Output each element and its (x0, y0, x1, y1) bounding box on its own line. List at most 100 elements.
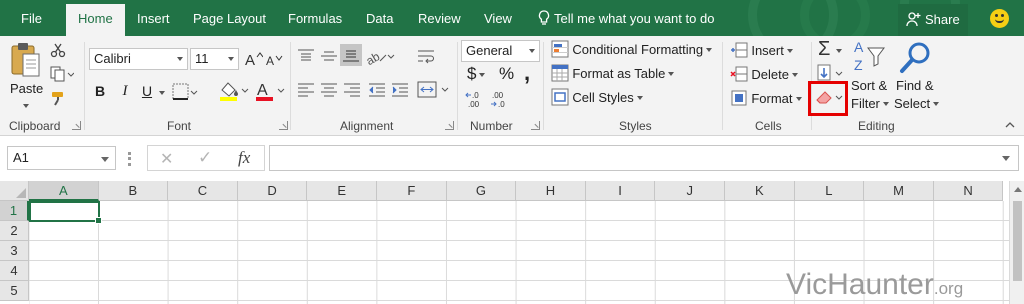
format-as-table-button[interactable]: Format as Table (551, 64, 675, 82)
find-select-button-line2[interactable]: Select (894, 96, 940, 111)
borders-icon[interactable] (172, 83, 198, 101)
tab-insert[interactable]: Insert (137, 0, 170, 36)
column-header-j[interactable]: J (655, 181, 725, 201)
insert-cells-label: Insert (751, 43, 784, 58)
fill-icon[interactable] (816, 64, 846, 82)
column-header-g[interactable]: G (446, 181, 517, 201)
orientation-icon[interactable]: ab (366, 46, 396, 66)
format-as-table-label: Format as Table (572, 66, 666, 81)
autosum-button[interactable]: Σ (818, 38, 843, 61)
sort-filter-button-line2[interactable]: Filter (851, 96, 889, 111)
font-group-label: Font (167, 119, 192, 133)
align-center-icon[interactable] (320, 82, 338, 98)
decrease-indent-icon[interactable] (368, 82, 386, 98)
row-header-5[interactable]: 5 (0, 281, 29, 301)
wrap-text-icon[interactable] (417, 48, 437, 66)
column-header-l[interactable]: L (794, 181, 865, 201)
column-header-k[interactable]: K (725, 181, 795, 201)
copy-icon[interactable] (50, 66, 74, 82)
font-name-combo[interactable]: Calibri (89, 48, 188, 70)
number-format-combo[interactable]: General (461, 40, 540, 62)
ribbon-home: Paste Clipboard Calibri 11 A A B I U A F… (0, 36, 1024, 136)
font-color-icon[interactable]: A (254, 80, 286, 102)
background-decoration (800, 0, 870, 36)
paste-button[interactable]: Paste (10, 81, 43, 96)
collapse-ribbon-icon[interactable] (1004, 120, 1016, 130)
column-header-i[interactable]: I (585, 181, 656, 201)
column-header-h[interactable]: H (516, 181, 586, 201)
merge-center-icon[interactable] (417, 81, 451, 99)
tab-formulas[interactable]: Formulas (288, 0, 342, 36)
insert-cells-button[interactable]: Insert (730, 41, 793, 59)
italic-button[interactable]: I (114, 80, 136, 102)
cell-styles-button[interactable]: Cell Styles (551, 88, 643, 106)
paste-dropdown[interactable] (20, 99, 29, 113)
percent-button[interactable]: % (499, 64, 514, 84)
increase-font-icon[interactable]: A (245, 51, 263, 67)
tell-me-box[interactable]: Tell me what you want to do (538, 0, 714, 36)
font-size-combo[interactable]: 11 (190, 48, 239, 70)
alignment-launcher-icon[interactable] (445, 121, 454, 130)
align-right-icon[interactable] (343, 82, 361, 98)
svg-text:.0: .0 (498, 100, 505, 108)
active-cell-a1[interactable] (29, 201, 102, 224)
increase-decimal-icon[interactable]: .0.00 (465, 90, 487, 108)
column-header-e[interactable]: E (307, 181, 377, 201)
format-painter-icon[interactable] (50, 90, 66, 106)
name-box[interactable]: A1 (7, 146, 116, 170)
underline-button[interactable]: U (136, 80, 158, 102)
underline-dropdown[interactable] (156, 86, 165, 100)
share-button[interactable]: Share (898, 4, 968, 36)
formula-bar-grip[interactable] (128, 152, 131, 166)
formula-input[interactable] (269, 145, 1019, 171)
decrease-decimal-icon[interactable]: .00.0 (490, 90, 512, 108)
tab-review[interactable]: Review (418, 0, 461, 36)
clipboard-launcher-icon[interactable] (72, 121, 81, 130)
tab-data[interactable]: Data (366, 0, 393, 36)
column-header-a[interactable]: A (29, 181, 99, 201)
cut-icon[interactable] (50, 42, 66, 58)
font-name-value: Calibri (94, 51, 131, 66)
conditional-formatting-button[interactable]: Conditional Formatting (551, 40, 713, 58)
align-top-icon[interactable] (297, 48, 315, 64)
scroll-up-icon[interactable] (1014, 187, 1022, 192)
cancel-icon[interactable]: ✕ (160, 149, 173, 169)
enter-icon[interactable]: ✓ (198, 148, 212, 168)
column-header-m[interactable]: M (864, 181, 934, 201)
tab-page-layout[interactable]: Page Layout (193, 0, 266, 36)
column-header-d[interactable]: D (237, 181, 308, 201)
currency-button[interactable]: $ (467, 64, 486, 84)
number-launcher-icon[interactable] (531, 121, 540, 130)
find-select-button[interactable]: Find & (896, 78, 934, 93)
row-header-4[interactable]: 4 (0, 261, 29, 281)
column-header-f[interactable]: F (377, 181, 447, 201)
row-header-3[interactable]: 3 (0, 241, 29, 261)
font-launcher-icon[interactable] (279, 121, 288, 130)
decrease-font-icon[interactable]: A (266, 53, 284, 67)
sort-filter-button[interactable]: Sort & (851, 78, 887, 93)
bold-button[interactable]: B (89, 80, 111, 102)
column-header-b[interactable]: B (98, 181, 169, 201)
tab-file[interactable]: File (21, 0, 42, 36)
row-header-2[interactable]: 2 (0, 221, 29, 241)
tab-home[interactable]: Home (66, 4, 125, 36)
tab-view[interactable]: View (484, 0, 512, 36)
svg-text:A: A (245, 52, 255, 67)
scroll-thumb[interactable] (1013, 201, 1022, 281)
align-bottom-button[interactable] (340, 44, 362, 66)
column-header-c[interactable]: C (168, 181, 238, 201)
smiley-feedback-icon[interactable] (990, 9, 1009, 28)
select-all-corner[interactable] (0, 181, 29, 201)
align-middle-icon[interactable] (320, 48, 338, 64)
fill-color-icon[interactable] (218, 80, 250, 102)
column-header-n[interactable]: N (933, 181, 1004, 201)
vertical-scrollbar[interactable] (1009, 181, 1024, 304)
format-cells-button[interactable]: Format (730, 89, 802, 107)
clipboard-group-label: Clipboard (9, 119, 61, 133)
row-header-1[interactable]: 1 (0, 201, 29, 221)
insert-function-icon[interactable]: fx (238, 148, 250, 168)
increase-indent-icon[interactable] (391, 82, 409, 98)
comma-style-button[interactable]: , (524, 60, 530, 86)
align-left-icon[interactable] (297, 82, 315, 98)
delete-cells-button[interactable]: Delete (730, 65, 798, 83)
